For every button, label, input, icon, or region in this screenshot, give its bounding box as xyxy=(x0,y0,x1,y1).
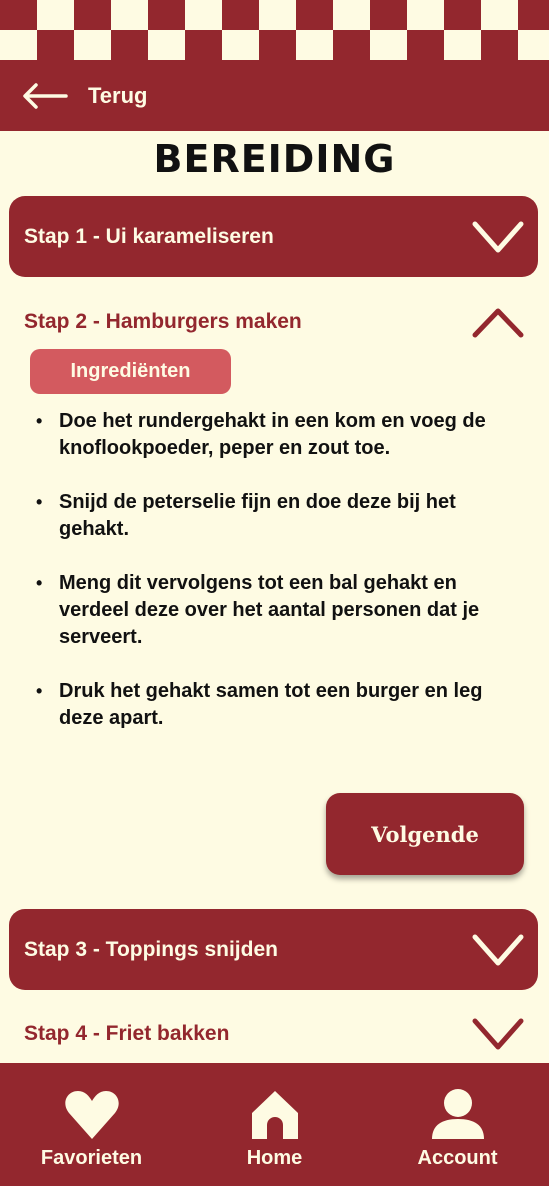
instruction-item: Druk het gehakt samen tot een burger en … xyxy=(36,678,526,732)
nav-account-label: Account xyxy=(417,1147,498,1169)
step-4-label: Stap 4 - Friet bakken xyxy=(24,1022,230,1045)
step-3-header[interactable]: Stap 3 - Toppings snijden xyxy=(9,909,538,990)
chevron-down-icon xyxy=(472,1018,524,1050)
back-label: Terug xyxy=(88,82,148,108)
person-icon xyxy=(431,1089,484,1139)
nav-favorites-label: Favorieten xyxy=(40,1147,143,1169)
chevron-down-icon xyxy=(472,934,524,965)
heart-icon xyxy=(64,1091,119,1139)
instruction-item: Meng dit vervolgens tot een bal gehakt e… xyxy=(36,570,526,651)
back-button[interactable]: Terug xyxy=(22,83,147,109)
step-2-header[interactable]: Stap 2 - Hamburgers maken xyxy=(9,292,538,352)
nav-home[interactable]: Home xyxy=(183,1063,366,1186)
nav-account[interactable]: Account xyxy=(366,1063,549,1186)
arrow-left-icon xyxy=(23,82,68,109)
ingredients-button[interactable]: Ingrediënten xyxy=(30,349,231,394)
bottom-navigation: Favorieten Home Account xyxy=(0,1063,549,1186)
instruction-list: Doe het rundergehakt in een kom en voeg … xyxy=(36,408,526,759)
nav-favorites[interactable]: Favorieten xyxy=(0,1063,183,1186)
step-1-header[interactable]: Stap 1 - Ui karameliseren xyxy=(9,196,538,277)
step-2-label: Stap 2 - Hamburgers maken xyxy=(24,310,302,333)
instruction-item: Doe het rundergehakt in een kom en voeg … xyxy=(36,408,526,462)
chevron-down-icon xyxy=(472,221,524,252)
house-icon xyxy=(251,1091,298,1139)
page-title: BEREIDING xyxy=(153,137,396,181)
step-4-header[interactable]: Stap 4 - Friet bakken xyxy=(9,1004,538,1064)
next-button[interactable]: Volgende xyxy=(326,793,524,875)
step-1-label: Stap 1 - Ui karameliseren xyxy=(24,224,274,248)
top-bar: Terug xyxy=(0,60,549,131)
nav-home-label: Home xyxy=(246,1147,303,1169)
step-3-label: Stap 3 - Toppings snijden xyxy=(24,937,278,961)
chevron-up-icon xyxy=(472,308,524,338)
instruction-item: Snijd de peterselie fijn en doe deze bij… xyxy=(36,489,526,543)
